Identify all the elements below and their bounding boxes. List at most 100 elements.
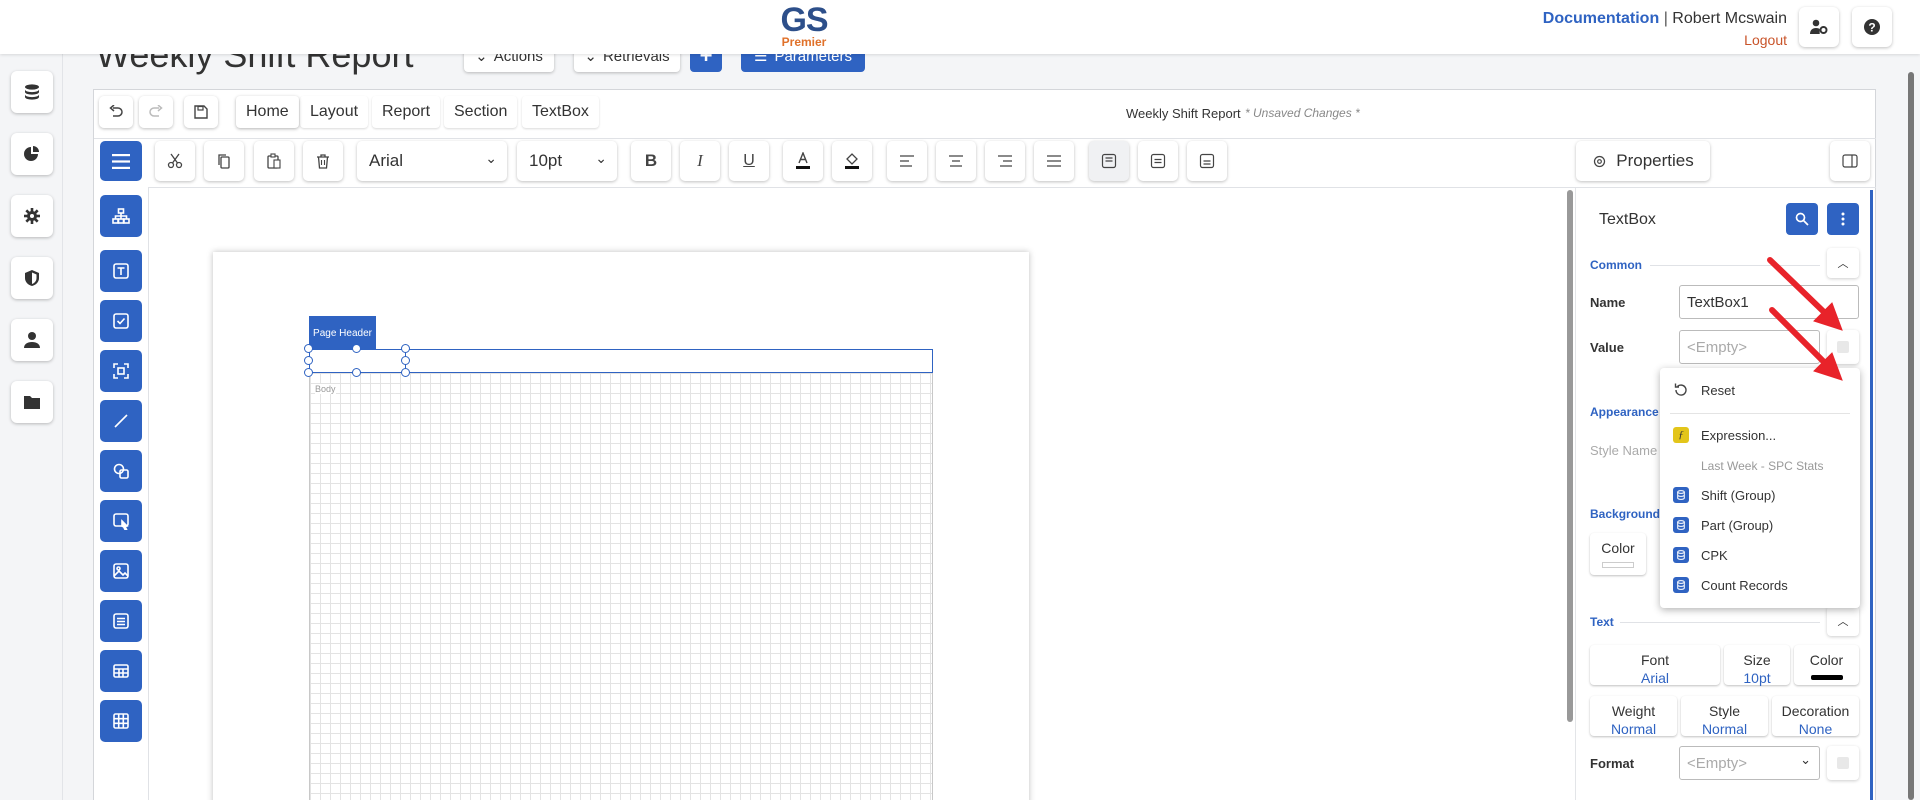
fill-color-button[interactable] bbox=[832, 141, 872, 181]
menu-item-field[interactable]: Shift (Group) bbox=[1673, 487, 1775, 503]
tab-layout[interactable]: Layout bbox=[300, 96, 368, 128]
body-label: Body bbox=[315, 384, 336, 394]
canvas-scrollbar[interactable] bbox=[1567, 190, 1573, 722]
bold-button[interactable]: B bbox=[631, 141, 671, 181]
decoration-cell[interactable]: Decoration None bbox=[1772, 696, 1859, 737]
cut-button[interactable] bbox=[155, 141, 195, 181]
page-scrollbar[interactable] bbox=[1908, 72, 1914, 800]
text-color-swatch bbox=[1810, 675, 1843, 680]
resize-handle[interactable] bbox=[401, 344, 410, 353]
tool-line[interactable] bbox=[100, 400, 142, 442]
justify-button[interactable] bbox=[1034, 141, 1074, 181]
menu-item-field-label: Count Records bbox=[1701, 577, 1788, 593]
more-options-button[interactable] bbox=[1827, 203, 1859, 235]
tab-section[interactable]: Section bbox=[444, 96, 517, 128]
nav-users-button[interactable] bbox=[11, 319, 53, 361]
nav-security-button[interactable] bbox=[11, 257, 53, 299]
page-header-tag[interactable]: Page Header bbox=[309, 316, 376, 350]
resize-handle[interactable] bbox=[304, 356, 313, 365]
redo-button[interactable] bbox=[139, 96, 173, 128]
toggle-panel-button[interactable] bbox=[1830, 141, 1870, 181]
background-color-cell[interactable]: Color bbox=[1590, 533, 1646, 575]
valign-bottom-button[interactable] bbox=[1187, 141, 1227, 181]
documentation-link[interactable]: Documentation bbox=[1543, 10, 1659, 27]
nav-settings-button[interactable] bbox=[11, 195, 53, 237]
logout-link[interactable]: Logout bbox=[1744, 32, 1787, 48]
tool-shape[interactable] bbox=[100, 450, 142, 492]
tool-textbox[interactable] bbox=[100, 250, 142, 292]
user-gear-icon bbox=[1810, 19, 1828, 34]
underline-icon: U bbox=[743, 152, 755, 169]
style-name-label: Style Name bbox=[1590, 443, 1658, 458]
tool-image[interactable] bbox=[100, 550, 142, 592]
tool-list[interactable] bbox=[100, 600, 142, 642]
search-properties-button[interactable] bbox=[1786, 203, 1818, 235]
left-nav-rail bbox=[0, 0, 63, 800]
list-icon bbox=[113, 613, 129, 629]
size-value: 10pt bbox=[1743, 670, 1771, 686]
tool-matrix[interactable] bbox=[100, 700, 142, 742]
valign-top-button[interactable] bbox=[1089, 141, 1129, 181]
font-size-select[interactable]: 10pt ⌄ bbox=[517, 141, 617, 181]
valign-middle-button[interactable] bbox=[1138, 141, 1178, 181]
help-button[interactable]: ? bbox=[1852, 7, 1892, 47]
size-cell[interactable]: Size 10pt bbox=[1724, 645, 1790, 686]
database-field-icon bbox=[1673, 517, 1689, 533]
resize-handle[interactable] bbox=[401, 356, 410, 365]
menu-item-reset[interactable]: Reset bbox=[1673, 382, 1735, 398]
tool-table[interactable] bbox=[100, 650, 142, 692]
format-select[interactable]: <Empty> ⌄ bbox=[1679, 746, 1820, 780]
app-logo[interactable]: GS Premier bbox=[776, 2, 832, 48]
italic-button[interactable]: I bbox=[680, 141, 720, 181]
toolbox-menu-button[interactable] bbox=[100, 141, 142, 181]
menu-item-field[interactable]: Count Records bbox=[1673, 577, 1788, 593]
font-cell[interactable]: Font Arial bbox=[1590, 645, 1720, 686]
menu-group-header: Last Week - SPC Stats bbox=[1701, 459, 1824, 473]
resize-handle[interactable] bbox=[304, 368, 313, 377]
tool-barcode[interactable] bbox=[100, 350, 142, 392]
align-right-icon bbox=[998, 155, 1012, 167]
text-color-cell[interactable]: Color bbox=[1794, 645, 1859, 685]
resize-handle[interactable] bbox=[352, 344, 361, 353]
resize-handle[interactable] bbox=[401, 368, 410, 377]
text-color-button[interactable] bbox=[783, 141, 823, 181]
style-cell[interactable]: Style Normal bbox=[1681, 696, 1768, 737]
weight-cell[interactable]: Weight Normal bbox=[1590, 696, 1677, 737]
collapse-text-button[interactable]: ︿ bbox=[1827, 606, 1859, 636]
format-options-button[interactable] bbox=[1827, 746, 1859, 780]
justify-icon bbox=[1047, 155, 1061, 167]
body-section[interactable] bbox=[309, 373, 933, 800]
paste-button[interactable] bbox=[254, 141, 294, 181]
tool-subreport[interactable] bbox=[100, 500, 142, 542]
user-settings-button[interactable] bbox=[1799, 7, 1839, 47]
align-left-button[interactable] bbox=[887, 141, 927, 181]
folder-icon bbox=[24, 396, 40, 409]
undo-button[interactable] bbox=[99, 96, 133, 128]
menu-divider bbox=[1670, 413, 1850, 414]
align-right-button[interactable] bbox=[985, 141, 1025, 181]
menu-item-field[interactable]: CPK bbox=[1673, 547, 1728, 563]
underline-button[interactable]: U bbox=[729, 141, 769, 181]
align-center-button[interactable] bbox=[936, 141, 976, 181]
tab-report[interactable]: Report bbox=[372, 96, 440, 128]
delete-button[interactable] bbox=[303, 141, 343, 181]
value-placeholder: <Empty> bbox=[1687, 338, 1748, 356]
menu-item-field-label: CPK bbox=[1701, 547, 1728, 563]
nav-database-button[interactable] bbox=[11, 71, 53, 113]
database-field-icon bbox=[1673, 487, 1689, 503]
font-family-select[interactable]: Arial ⌄ bbox=[357, 141, 507, 181]
tool-checkbox[interactable] bbox=[100, 300, 142, 342]
menu-item-field[interactable]: Part (Group) bbox=[1673, 517, 1773, 533]
resize-handle[interactable] bbox=[352, 368, 361, 377]
nav-charts-button[interactable] bbox=[11, 133, 53, 175]
tab-home[interactable]: Home bbox=[236, 96, 299, 128]
copy-button[interactable] bbox=[204, 141, 244, 181]
menu-item-expression[interactable]: ƒ Expression... bbox=[1673, 427, 1776, 443]
properties-button[interactable]: Properties bbox=[1576, 141, 1710, 181]
tool-hierarchy[interactable] bbox=[100, 195, 142, 237]
save-button[interactable] bbox=[184, 96, 218, 128]
kebab-menu-icon bbox=[1841, 212, 1845, 226]
tab-textbox[interactable]: TextBox bbox=[522, 96, 599, 128]
nav-files-button[interactable] bbox=[11, 381, 53, 423]
resize-handle[interactable] bbox=[304, 344, 313, 353]
